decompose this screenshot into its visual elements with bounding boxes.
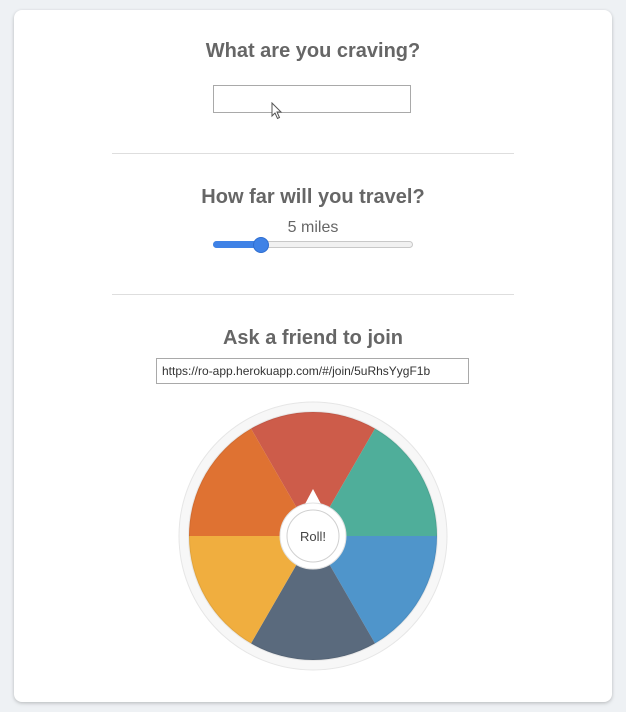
main-card: What are you craving? How far will you t… [14, 10, 612, 702]
distance-slider[interactable] [213, 236, 413, 256]
travel-heading: How far will you travel? [201, 186, 425, 208]
section-divider [112, 153, 514, 154]
roll-button-label[interactable]: Roll! [300, 529, 326, 544]
section-divider [112, 294, 514, 295]
mouse-pointer-icon [271, 102, 283, 120]
distance-value: 5 miles [287, 219, 339, 236]
slider-thumb[interactable] [253, 237, 269, 253]
craving-heading: What are you craving? [205, 40, 421, 62]
spin-wheel[interactable]: Roll! [178, 401, 448, 671]
craving-input[interactable] [213, 85, 411, 113]
roll-button[interactable]: Roll! [286, 509, 340, 563]
invite-heading: Ask a friend to join [222, 327, 404, 349]
share-link-field[interactable] [156, 358, 469, 384]
